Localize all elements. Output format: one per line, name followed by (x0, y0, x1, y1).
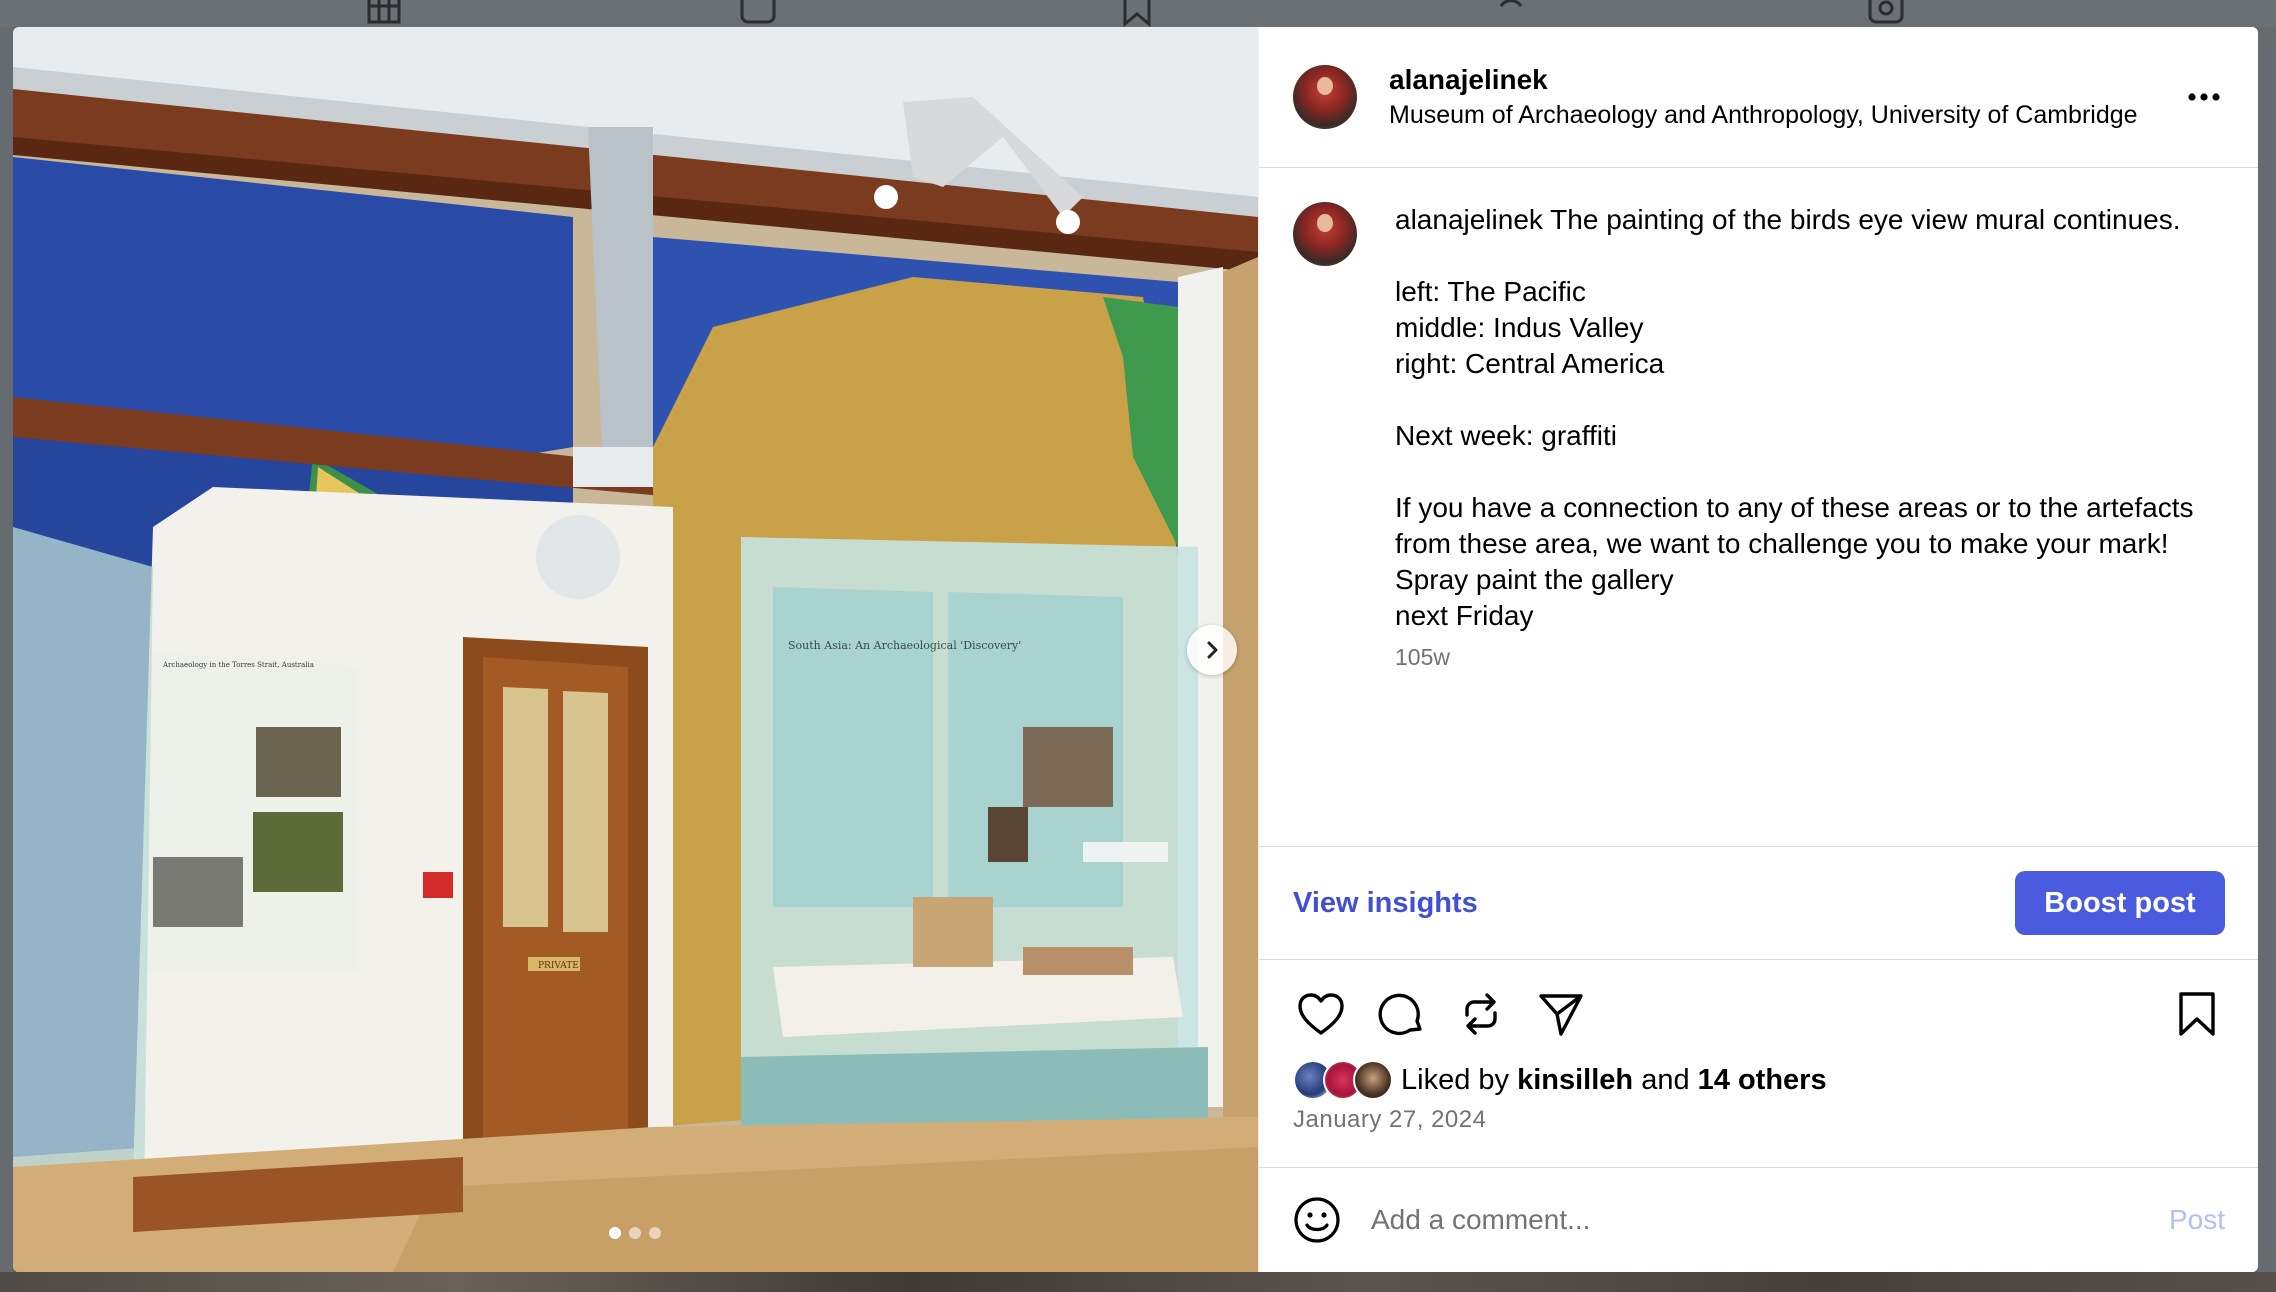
post-modal: South Asia: An Archaeological 'Discovery… (13, 27, 2258, 1272)
comment-button[interactable] (1373, 986, 1429, 1042)
background-post-grid (0, 1272, 2276, 1292)
emoji-icon (1294, 1197, 1340, 1243)
tagged-icon (1868, 0, 1904, 24)
likes-others-link[interactable]: 14 others (1698, 1064, 1827, 1096)
comment-input[interactable] (1371, 1204, 2169, 1236)
post-location[interactable]: Museum of Archaeology and Anthropology, … (1389, 99, 2182, 131)
repost-icon (1499, 0, 1523, 7)
emoji-button[interactable] (1293, 1196, 1341, 1244)
view-insights-link[interactable]: View insights (1293, 887, 1478, 920)
insights-bar: View insights Boost post (1259, 846, 2258, 960)
post-header: alanajelinek Museum of Archaeology and A… (1259, 27, 2258, 168)
panel-title-label: Archaeology in the Torres Strait, Austra… (162, 661, 314, 669)
send-icon (1539, 994, 1583, 1036)
likes-prefix: Liked by (1401, 1063, 1510, 1096)
share-button[interactable] (1533, 986, 1589, 1042)
carousel-dot-active (609, 1227, 621, 1239)
case-title-label: South Asia: An Archaeological 'Discovery… (788, 639, 1021, 652)
carousel-indicators (609, 1227, 661, 1239)
header-text: alanajelinek Museum of Archaeology and A… (1389, 63, 2182, 131)
heart-icon (1298, 993, 1344, 1035)
next-slide-button[interactable] (1187, 625, 1237, 675)
caption-text: alanajelinek The painting of the birds e… (1395, 202, 2224, 634)
action-buttons (1293, 986, 2225, 1042)
gallery-photo: South Asia: An Archaeological 'Discovery… (13, 27, 1258, 1272)
author-username[interactable]: alanajelinek (1389, 63, 2182, 97)
repost-button[interactable] (1453, 986, 1509, 1042)
save-button[interactable] (2169, 986, 2225, 1042)
chevron-right-icon (1207, 641, 1218, 659)
likes-summary: Liked by kinsilleh and 14 others (1293, 1060, 2225, 1100)
author-avatar[interactable] (1293, 65, 1357, 129)
more-horizontal-icon (2188, 93, 2220, 101)
carousel-dot (629, 1227, 641, 1239)
post-actions: Liked by kinsilleh and 14 others January… (1259, 960, 2258, 1168)
liker-username[interactable]: kinsilleh (1517, 1064, 1633, 1096)
caption-username[interactable]: alanajelinek (1395, 204, 1543, 235)
saved-icon (1123, 0, 1151, 27)
background-left (0, 27, 13, 1272)
boost-post-button[interactable]: Boost post (2015, 871, 2225, 935)
comment-icon (1378, 993, 1422, 1036)
background-profile-tabs (0, 0, 2276, 27)
caption-section: alanajelinek The painting of the birds e… (1259, 168, 2258, 846)
caption-content: The painting of the birds eye view mural… (1395, 204, 2194, 631)
caption-age: 105w (1395, 644, 1450, 670)
more-options-button[interactable] (2182, 75, 2226, 119)
caption-body: alanajelinek The painting of the birds e… (1395, 202, 2224, 846)
post-details-panel: alanajelinek Museum of Archaeology and A… (1258, 27, 2258, 1272)
bookmark-icon (2179, 992, 2215, 1036)
door-sign-label: PRIVATE (538, 961, 579, 971)
caption-avatar[interactable] (1293, 202, 1357, 266)
comment-composer: Post (1259, 1168, 2258, 1272)
repost-icon (1465, 993, 1497, 1035)
carousel-dot (649, 1227, 661, 1239)
grid-icon (367, 0, 401, 24)
liker-avatars (1293, 1060, 1397, 1100)
like-button[interactable] (1293, 986, 1349, 1042)
post-comment-button[interactable]: Post (2169, 1204, 2225, 1236)
post-date[interactable]: January 27, 2024 (1293, 1106, 2225, 1134)
likes-joiner: and (1641, 1063, 1690, 1096)
reels-icon (740, 0, 776, 24)
liker-avatar[interactable] (1353, 1060, 1393, 1100)
likes-text: Liked by kinsilleh and 14 others (1401, 1064, 1827, 1097)
post-media: South Asia: An Archaeological 'Discovery… (13, 27, 1258, 1272)
background-right (2258, 27, 2276, 1272)
